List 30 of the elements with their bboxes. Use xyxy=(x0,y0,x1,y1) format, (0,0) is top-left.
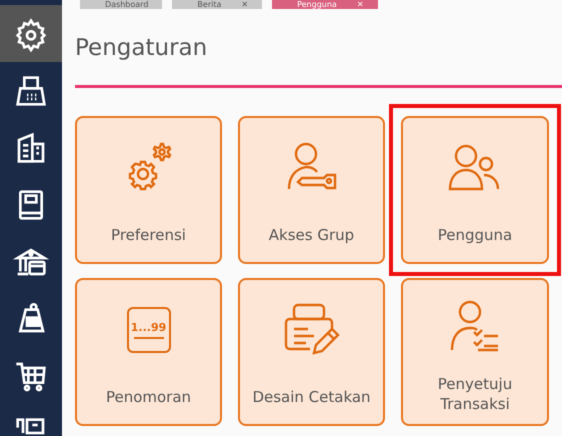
tile-label: Akses Grup xyxy=(268,225,356,246)
cart-icon xyxy=(16,362,46,391)
bank-icon xyxy=(12,248,50,275)
users-icon xyxy=(448,144,502,192)
page-title: Pengaturan xyxy=(75,34,208,63)
settings-tile[interactable]: Desain Cetakan xyxy=(238,278,385,426)
tile-label: Pengguna xyxy=(436,225,514,246)
close-icon[interactable]: ✕ xyxy=(241,0,248,9)
sidebar-item[interactable] xyxy=(0,5,62,62)
cash-register-icon xyxy=(16,418,44,434)
tab[interactable]: Berita ✕ xyxy=(172,0,262,9)
close-icon[interactable]: ✕ xyxy=(356,0,364,9)
book-icon xyxy=(19,190,43,220)
settings-tile[interactable]: Preferensi xyxy=(75,116,222,264)
tile-label: Preferensi xyxy=(110,225,187,246)
tile-label: Desain Cetakan xyxy=(251,387,372,408)
tile-label: Penomoran xyxy=(104,387,192,408)
building-icon xyxy=(18,132,44,162)
tab[interactable]: Dashboard xyxy=(80,0,162,9)
settings-tile[interactable]: 1...99 Penomoran xyxy=(75,278,222,426)
fax-icon xyxy=(16,76,46,106)
settings-icon xyxy=(16,18,46,52)
tab[interactable]: Pengguna ✕ xyxy=(272,0,378,9)
settings-tile[interactable]: Penyetuju Transaksi xyxy=(401,278,549,426)
tile-label: Penyetuju Transaksi xyxy=(436,374,514,415)
price-tag-icon xyxy=(18,302,45,332)
settings-tile[interactable]: Pengguna xyxy=(401,116,549,264)
numbering-icon: 1...99 xyxy=(126,307,170,353)
printer-edit-icon xyxy=(284,303,340,357)
settings-tile[interactable]: Akses Grup xyxy=(238,116,385,264)
